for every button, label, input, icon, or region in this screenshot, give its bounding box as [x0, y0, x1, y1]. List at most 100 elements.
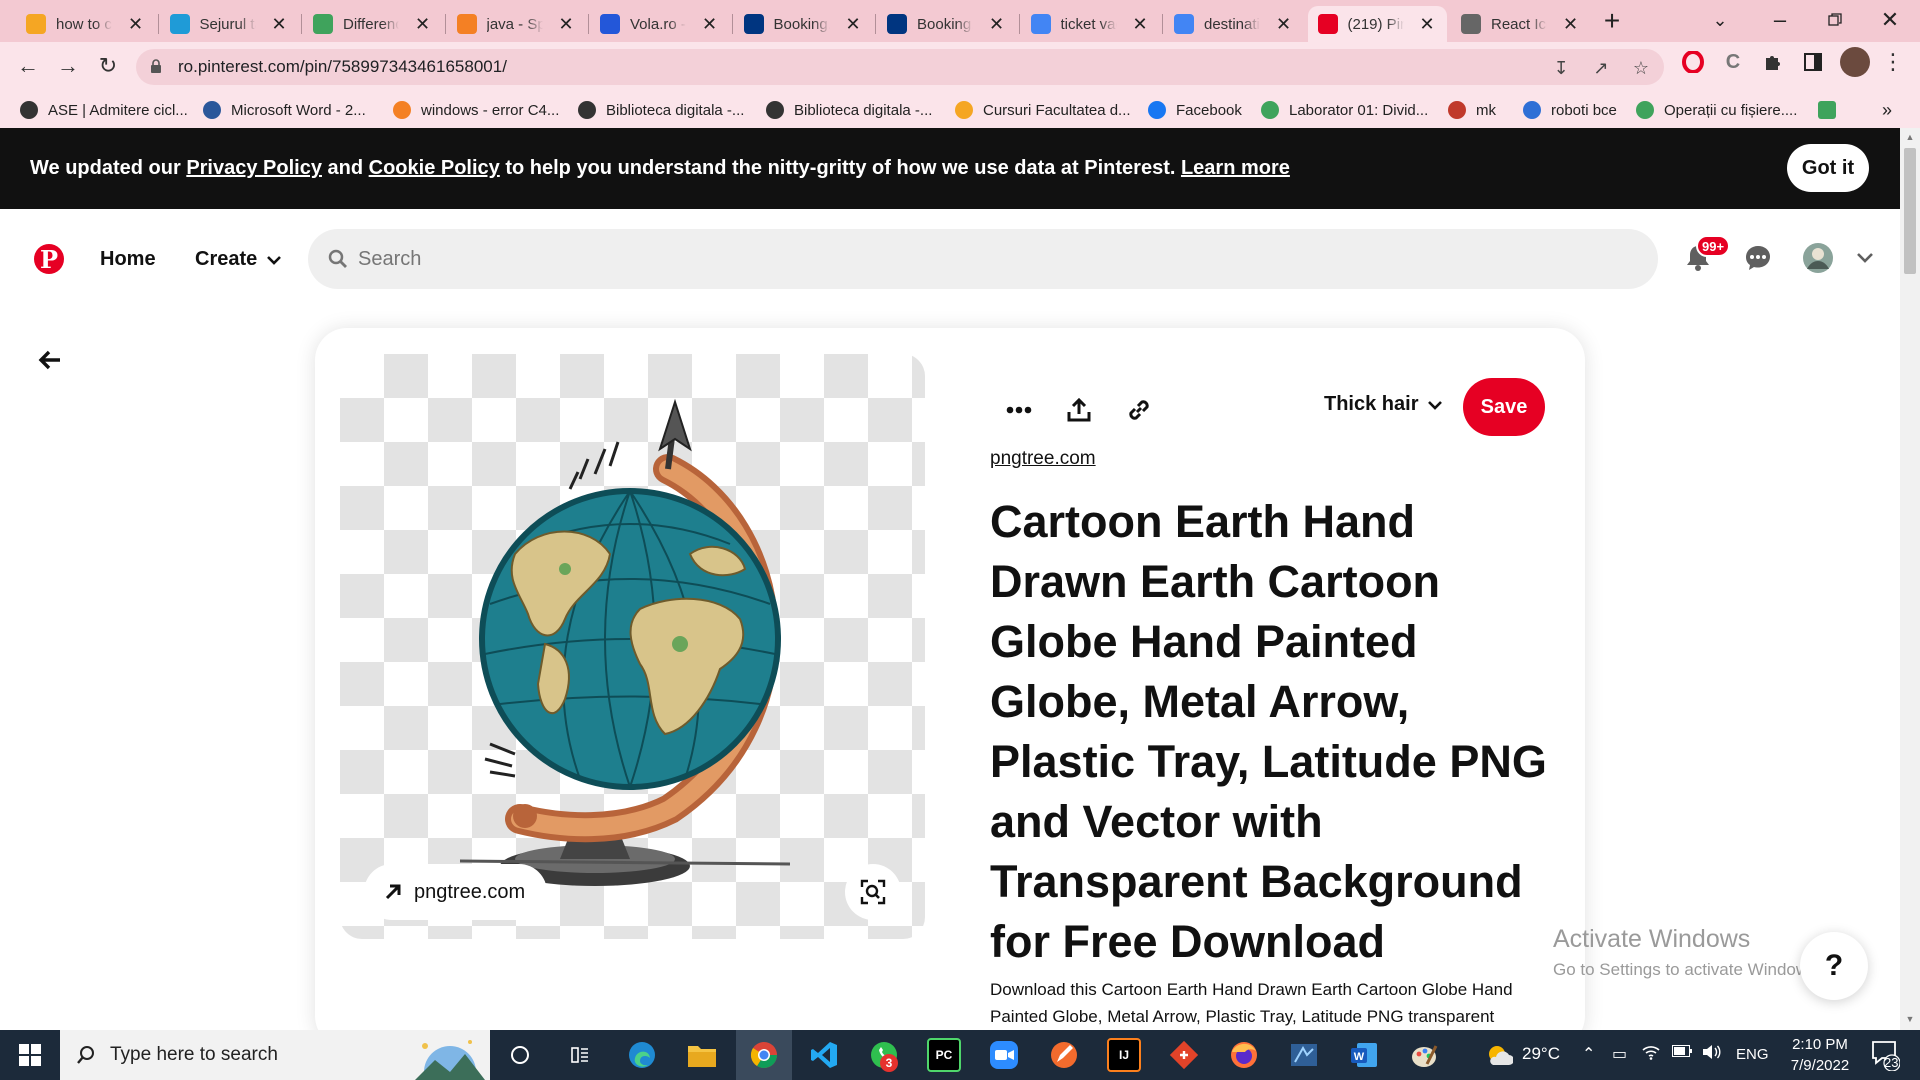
learn-more-link[interactable]: Learn more [1181, 157, 1290, 179]
reload-button[interactable]: ↻ [90, 48, 126, 84]
firefox-icon[interactable] [1227, 1038, 1261, 1072]
tab-close-icon[interactable]: ✕ [987, 14, 1007, 35]
intellij-icon[interactable]: IJ [1107, 1038, 1141, 1072]
browser-tab[interactable]: Sejurul ta ✕ [160, 6, 300, 42]
git-gui-icon[interactable] [1167, 1038, 1201, 1072]
wifi-icon[interactable] [1642, 1044, 1660, 1065]
forward-button[interactable]: → [50, 48, 86, 84]
scrollbar-thumb[interactable] [1904, 148, 1916, 274]
tab-close-icon[interactable]: ✕ [126, 14, 146, 35]
bookmark-item[interactable]: Cursuri Facultatea d... [955, 99, 1131, 121]
privacy-policy-link[interactable]: Privacy Policy [186, 157, 322, 179]
bookmark-item[interactable]: mk [1448, 99, 1496, 121]
browser-tab[interactable]: how to ch ✕ [16, 6, 156, 42]
board-selector[interactable]: Thick hair [1324, 393, 1443, 416]
weather-temperature[interactable]: 29°C [1522, 1044, 1560, 1064]
zoom-icon[interactable] [987, 1038, 1021, 1072]
edge-browser-icon[interactable] [625, 1038, 659, 1072]
browser-tab[interactable]: java - Spr ✕ [447, 6, 587, 42]
tab-close-icon[interactable]: ✕ [1561, 14, 1581, 35]
tab-close-icon[interactable]: ✕ [1130, 14, 1150, 35]
bookmark-item[interactable]: Biblioteca digitala -... [766, 99, 932, 121]
bookmark-item[interactable]: roboti bce [1523, 99, 1617, 121]
browser-tab[interactable]: Vola.ro - ✕ [590, 6, 730, 42]
search-bar[interactable] [308, 229, 1658, 289]
more-bookmarks-button[interactable]: » [1882, 99, 1892, 121]
device-icon[interactable]: ▭ [1612, 1044, 1627, 1064]
user-avatar[interactable] [1798, 238, 1838, 278]
word-icon[interactable]: W [1347, 1038, 1381, 1072]
source-link-pill[interactable]: pngtree.com [364, 864, 548, 920]
side-panel-icon[interactable] [1800, 49, 1826, 75]
input-language[interactable]: ENG [1736, 1046, 1769, 1063]
dev-tool-icon[interactable] [1287, 1038, 1321, 1072]
pinterest-logo[interactable]: P [34, 244, 64, 274]
bookmark-item[interactable]: ASE | Admitere cicl... [20, 99, 188, 121]
minimize-button[interactable]: – [1750, 0, 1810, 40]
paint-icon[interactable] [1407, 1038, 1441, 1072]
taskbar-search-box[interactable]: Type here to search [60, 1030, 490, 1080]
browser-tab[interactable]: destinatio ✕ [1164, 6, 1304, 42]
share-icon[interactable]: ↗ [1590, 57, 1612, 79]
cookie-policy-link[interactable]: Cookie Policy [369, 157, 500, 179]
taskbar-clock[interactable]: 2:10 PM 7/9/2022 [1775, 1034, 1865, 1076]
tab-search-chevron-icon[interactable]: ⌄ [1690, 0, 1750, 40]
account-chevron-down-icon[interactable] [1845, 238, 1885, 278]
file-explorer-icon[interactable] [685, 1038, 719, 1072]
browser-tab[interactable]: Differenc ✕ [303, 6, 443, 42]
scroll-up-arrow-icon[interactable]: ▲ [1904, 132, 1916, 144]
tab-close-icon[interactable]: ✕ [700, 14, 720, 35]
visual-search-button[interactable] [845, 864, 901, 920]
back-arrow-button[interactable] [30, 340, 70, 380]
profile-avatar[interactable] [1840, 47, 1870, 77]
install-app-icon[interactable]: ↧ [1550, 57, 1572, 79]
extension-c-icon[interactable]: C [1720, 49, 1746, 75]
show-hidden-icons-chevron-icon[interactable]: ⌃ [1582, 1044, 1595, 1064]
help-button[interactable]: ? [1800, 932, 1868, 1000]
tab-close-icon[interactable]: ✕ [1274, 14, 1294, 35]
back-button[interactable]: ← [10, 48, 46, 84]
scroll-down-arrow-icon[interactable]: ▼ [1904, 1014, 1916, 1026]
search-input[interactable] [358, 241, 1558, 277]
browser-tab[interactable]: React Ico ✕ [1451, 6, 1591, 42]
bookmark-item[interactable]: Laborator 01: Divid... [1261, 99, 1428, 121]
bookmark-extra-icon[interactable] [1818, 99, 1846, 121]
nav-home-link[interactable]: Home [100, 248, 156, 271]
tab-close-icon[interactable]: ✕ [1417, 14, 1437, 35]
more-options-button[interactable] [995, 386, 1043, 434]
browser-tab[interactable]: Booking.c ✕ [734, 6, 874, 42]
url-text[interactable]: ro.pinterest.com/pin/758997343461658001/ [178, 57, 507, 77]
source-domain-link[interactable]: pngtree.com [990, 448, 1096, 470]
browser-tab[interactable]: (219) Pint ✕ [1307, 6, 1447, 42]
restore-button[interactable] [1805, 0, 1865, 40]
messages-icon[interactable] [1738, 238, 1778, 278]
bookmark-item[interactable]: Microsoft Word - 2... [203, 99, 366, 121]
share-button[interactable] [1055, 386, 1103, 434]
opera-extension-icon[interactable] [1680, 49, 1706, 75]
save-button[interactable]: Save [1463, 378, 1545, 436]
bookmark-item[interactable]: Biblioteca digitala -... [578, 99, 744, 121]
extensions-puzzle-icon[interactable] [1760, 49, 1786, 75]
vscode-icon[interactable] [807, 1038, 841, 1072]
pin-image[interactable] [340, 354, 925, 939]
sublime-pencil-icon[interactable] [1047, 1038, 1081, 1072]
pycharm-icon[interactable]: PC [927, 1038, 961, 1072]
tab-close-icon[interactable]: ✕ [413, 14, 433, 35]
tab-close-icon[interactable]: ✕ [556, 14, 576, 35]
browser-tab[interactable]: Booking.c ✕ [877, 6, 1017, 42]
bookmark-star-icon[interactable]: ☆ [1630, 57, 1652, 79]
browser-tab[interactable]: ticket vac ✕ [1021, 6, 1161, 42]
chrome-icon[interactable] [747, 1038, 781, 1072]
got-it-button[interactable]: Got it [1787, 144, 1869, 192]
tab-close-icon[interactable]: ✕ [843, 14, 863, 35]
nav-create-menu[interactable]: Create [195, 248, 282, 271]
close-window-button[interactable]: ✕ [1860, 0, 1920, 40]
start-button[interactable] [10, 1030, 50, 1080]
bookmark-item[interactable]: windows - error C4... [393, 99, 559, 121]
battery-icon[interactable] [1672, 1044, 1692, 1062]
weather-icon[interactable] [1482, 1038, 1516, 1072]
new-tab-button[interactable]: + [1596, 6, 1628, 38]
browser-menu-icon[interactable]: ⋮ [1880, 49, 1906, 75]
bookmark-item[interactable]: Operații cu fișiere.... [1636, 99, 1797, 121]
widgets-icon[interactable] [563, 1038, 597, 1072]
